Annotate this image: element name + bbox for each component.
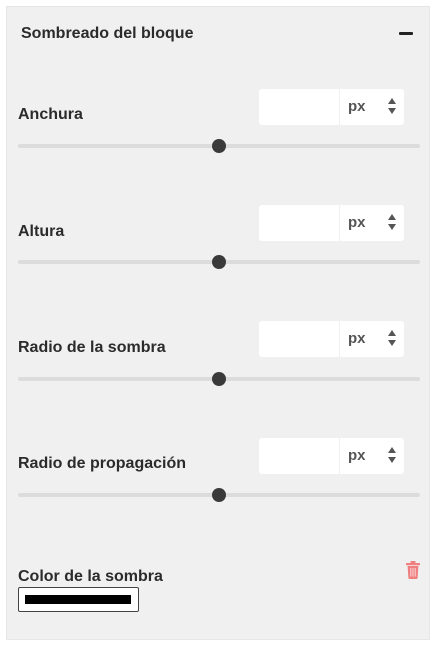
panel-header[interactable]: Sombreado del bloque (21, 23, 415, 45)
height-label: Altura (18, 223, 65, 240)
spread-radius-label: Radio de propagación (18, 455, 187, 472)
spread-radius-slider[interactable] (18, 488, 420, 502)
panel-title: Sombreado del bloque (21, 25, 194, 42)
shadow-radius-slider[interactable] (18, 372, 420, 386)
height-unit-select[interactable]: px (340, 205, 404, 241)
width-unit-select[interactable]: px (340, 89, 404, 125)
slider-thumb[interactable] (212, 139, 226, 153)
shadow-color-picker[interactable] (18, 587, 139, 612)
collapse-button[interactable] (397, 23, 415, 45)
height-slider[interactable] (18, 255, 420, 269)
delete-color-button[interactable] (405, 561, 421, 579)
shadow-radius-label: Radio de la sombra (18, 339, 166, 356)
trash-icon (406, 561, 420, 579)
height-unit-label: px (348, 214, 366, 231)
slider-thumb[interactable] (212, 372, 226, 386)
height-input[interactable] (259, 205, 339, 241)
shadow-color-label: Color de la sombra (18, 568, 163, 585)
slider-thumb[interactable] (212, 488, 226, 502)
width-unit-label: px (348, 98, 366, 115)
spread-radius-unit-label: px (348, 447, 366, 464)
minus-icon (399, 32, 413, 35)
updown-arrows-icon (388, 330, 398, 348)
updown-arrows-icon (388, 447, 398, 465)
updown-arrows-icon (388, 214, 398, 232)
shadow-settings-panel: Sombreado del bloque Anchura px Altura p… (6, 6, 430, 640)
spread-radius-input[interactable] (259, 438, 339, 474)
updown-arrows-icon (388, 98, 398, 116)
shadow-radius-input[interactable] (259, 321, 339, 357)
width-input[interactable] (259, 89, 339, 125)
spread-radius-unit-select[interactable]: px (340, 438, 404, 474)
width-slider[interactable] (18, 139, 420, 153)
shadow-radius-unit-label: px (348, 330, 366, 347)
slider-thumb[interactable] (212, 255, 226, 269)
color-swatch (25, 595, 131, 604)
shadow-radius-unit-select[interactable]: px (340, 321, 404, 357)
width-label: Anchura (18, 106, 83, 123)
